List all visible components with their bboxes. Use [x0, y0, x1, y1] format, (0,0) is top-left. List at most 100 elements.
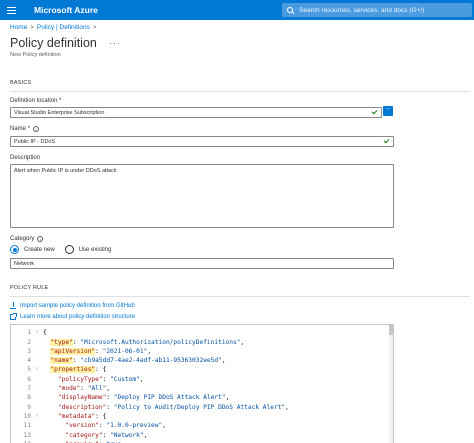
code-line[interactable]: 12 "category": "Network",: [11, 430, 393, 440]
line-number: 11: [23, 422, 31, 430]
json-value: "cb9a5dd7-4ae2-4adf-ab11-95363032ee5d": [80, 357, 222, 365]
json-key: "name": [50, 357, 73, 365]
json-value: "Network": [110, 431, 144, 439]
info-icon[interactable]: i: [33, 126, 40, 132]
code-line[interactable]: 2 "type": "Microsoft.Authorization/polic…: [11, 337, 393, 347]
json-value: "Deploy PIP DDoS Attack Alert": [113, 394, 226, 402]
line-number: 5: [27, 366, 31, 374]
radio-create-new-label: Create new: [24, 246, 55, 253]
json-value: "Microsoft.Authorization/policyDefinitio…: [80, 338, 241, 346]
code-text: {: [43, 329, 47, 337]
code-line[interactable]: 1 ˅{: [11, 328, 393, 338]
divider: [10, 91, 470, 92]
line-number: 10: [23, 412, 31, 420]
json-key: "properties": [50, 366, 96, 374]
page-title: Policy definition ···: [10, 36, 121, 50]
name-value: Public IP - DDoS: [14, 138, 56, 145]
search-icon: [287, 6, 294, 14]
line-number: 12: [23, 431, 31, 439]
global-search-input[interactable]: Search resources, services, and docs (G+…: [282, 3, 472, 17]
valid-check-icon: [371, 108, 378, 115]
line-number: 8: [27, 394, 31, 402]
import-sample-link[interactable]: Import sample policy definition from Git…: [10, 302, 135, 309]
download-icon: [10, 302, 16, 309]
fold-chevron-icon[interactable]: ˅: [31, 366, 43, 373]
learn-more-link-text[interactable]: Learn more about policy definition struc…: [20, 314, 135, 320]
line-number: 9: [27, 403, 31, 411]
code-line[interactable]: 7 "mode": "All",: [11, 384, 393, 394]
code-line[interactable]: 5 ˅ "properties": {: [11, 365, 393, 375]
name-label: Name * i: [10, 126, 40, 132]
breadcrumb-policy-definitions[interactable]: Policy | Definitions: [37, 24, 90, 31]
breadcrumb: Home > Policy | Definitions >: [10, 24, 96, 31]
description-label-text: Description: [10, 155, 41, 161]
json-key: "type": [50, 338, 73, 346]
code-line[interactable]: 11 "version": "1.0.0-preview",: [11, 421, 393, 431]
learn-more-link[interactable]: Learn more about policy definition struc…: [10, 313, 135, 320]
fold-chevron-icon[interactable]: ˅: [31, 413, 43, 420]
category-field[interactable]: Network: [10, 258, 394, 269]
more-options-icon[interactable]: ···: [109, 38, 121, 48]
fold-chevron-icon[interactable]: ˅: [31, 329, 43, 336]
page-title-text: Policy definition: [10, 36, 97, 50]
json-key: "policyType": [57, 375, 103, 383]
breadcrumb-home[interactable]: Home: [10, 24, 27, 31]
radio-use-existing[interactable]: [64, 245, 74, 254]
line-number: 3: [27, 347, 31, 355]
policy-rule-editor[interactable]: 1 ˅{2 "type": "Microsoft.Authorization/po…: [10, 324, 394, 443]
radio-use-existing-label: Use existing: [78, 246, 112, 253]
top-bar: Microsoft Azure Search resources, servic…: [0, 0, 474, 20]
section-policy-rule-label: POLICY RULE: [10, 285, 49, 291]
json-value: "Policy to Audit/Deploy PIP DDoS Attack …: [113, 403, 286, 411]
brand-name[interactable]: Microsoft Azure: [34, 5, 98, 15]
name-label-text: Name *: [10, 126, 31, 132]
json-value: "1.0.0-preview": [106, 422, 163, 430]
code-text: "metadata": {: [57, 412, 107, 420]
json-key: "description": [57, 403, 107, 411]
definition-location-value: Visual Studio Enterprise Subscription: [14, 109, 105, 116]
code-text: "name": "cb9a5dd7-4ae2-4adf-ab11-9536303…: [50, 357, 226, 365]
code-line[interactable]: 3 "apiVersion": "2021-06-01",: [11, 347, 393, 357]
line-number: 2: [27, 338, 31, 346]
radio-create-new[interactable]: [10, 245, 19, 254]
json-key: "metadata": [57, 412, 96, 420]
name-field[interactable]: Public IP - DDoS: [10, 136, 394, 147]
section-basics-label: BASICS: [10, 80, 32, 86]
json-value: "Custom": [110, 375, 140, 383]
category-value: Network: [14, 260, 35, 267]
code-line[interactable]: 4 "name": "cb9a5dd7-4ae2-4adf-ab11-95363…: [11, 356, 393, 366]
code-text: "version": "1.0.0-preview",: [65, 422, 166, 430]
definition-location-field[interactable]: Visual Studio Enterprise Subscription: [10, 107, 382, 118]
definition-location-label: Definition location *: [10, 98, 61, 104]
code-line[interactable]: 9 "description": "Policy to Audit/Deploy…: [11, 402, 393, 412]
code-line[interactable]: 13 "preview": true,: [11, 440, 393, 443]
hamburger-menu-icon[interactable]: [0, 0, 22, 20]
category-radio-group: Create new Use existing: [10, 245, 121, 254]
json-key: "displayName": [57, 394, 107, 402]
code-line[interactable]: 10 ˅ "metadata": {: [11, 412, 393, 422]
description-label: Description: [10, 155, 40, 161]
json-key: "version": [65, 422, 99, 430]
code-line[interactable]: 6 "policyType": "Custom",: [11, 375, 393, 385]
divider: [10, 296, 470, 297]
code-text: "properties": {: [50, 366, 107, 374]
page-subtitle: New Policy definition: [10, 52, 61, 58]
code-text: "mode": "All",: [57, 385, 111, 393]
code-text: "policyType": "Custom",: [57, 375, 144, 383]
code-text: "type": "Microsoft.Authorization/policyD…: [50, 338, 245, 346]
chevron-right-icon: >: [30, 24, 34, 31]
info-icon[interactable]: i: [37, 236, 44, 242]
json-value: "All": [87, 385, 107, 393]
search-placeholder: Search resources, services, and docs (G+…: [299, 6, 425, 14]
json-key: "apiVersion": [50, 347, 96, 355]
json-key: "category": [65, 431, 103, 439]
code-text: "description": "Policy to Audit/Deploy P…: [57, 403, 289, 411]
external-link-icon: [10, 313, 17, 320]
import-sample-link-text[interactable]: Import sample policy definition from Git…: [20, 303, 135, 309]
code-line[interactable]: 8 "displayName": "Deploy PIP DDoS Attack…: [11, 393, 393, 403]
browse-location-button[interactable]: ...: [383, 105, 393, 116]
line-number: 4: [27, 357, 31, 365]
definition-location-label-text: Definition location *: [10, 98, 62, 104]
description-textarea[interactable]: Alert when Public IP is under DDoS attac…: [10, 164, 394, 228]
code-text: "apiVersion": "2021-06-01",: [50, 347, 152, 355]
